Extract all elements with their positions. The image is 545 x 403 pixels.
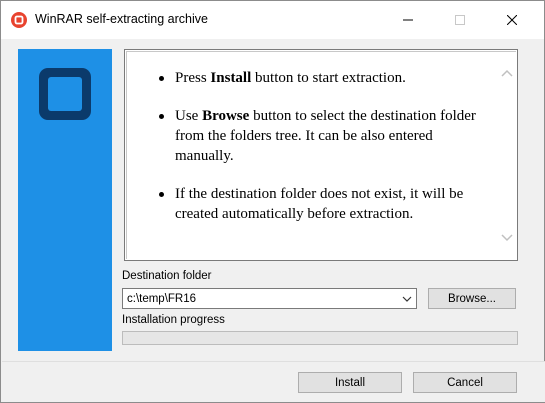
minimize-icon <box>403 19 413 21</box>
minimize-button[interactable] <box>385 1 431 39</box>
installation-progress-bar <box>122 331 518 345</box>
scroll-up-icon[interactable] <box>501 68 513 78</box>
scroll-down-icon[interactable] <box>501 233 513 243</box>
instruction-text: Use <box>175 108 203 124</box>
instruction-item: If the destination folder does not exist… <box>159 184 479 224</box>
destination-folder-label: Destination folder <box>122 270 212 282</box>
cancel-button[interactable]: Cancel <box>413 372 517 393</box>
instruction-text: button to start extraction. <box>251 70 406 86</box>
window-title: WinRAR self-extracting archive <box>35 12 208 26</box>
destination-folder-combobox[interactable] <box>122 288 417 309</box>
instruction-keyword: Browse <box>202 108 250 124</box>
destination-folder-input[interactable] <box>127 291 387 306</box>
instruction-item: Use Browse button to select the destinat… <box>159 106 479 166</box>
instructions-box: Press Install button to start extraction… <box>124 49 518 261</box>
maximize-button[interactable] <box>437 1 483 39</box>
instruction-text: If the destination folder does not exist… <box>175 186 464 222</box>
close-button[interactable] <box>489 1 535 39</box>
sidebar-banner <box>18 49 112 351</box>
chevron-down-icon[interactable] <box>401 294 413 303</box>
winrar-sfx-icon <box>11 12 27 28</box>
browse-button[interactable]: Browse... <box>428 288 516 309</box>
title-bar[interactable]: WinRAR self-extracting archive <box>1 1 544 39</box>
maximize-icon <box>455 15 465 25</box>
winrar-sfx-logo-icon <box>39 68 91 120</box>
instruction-text: Press <box>175 70 211 86</box>
installation-progress-label: Installation progress <box>122 314 225 326</box>
sfx-window: WinRAR self-extracting archive Press Ins… <box>0 0 545 403</box>
instruction-keyword: Install <box>210 70 252 86</box>
instruction-item: Press Install button to start extraction… <box>159 68 479 88</box>
install-button[interactable]: Install <box>298 372 402 393</box>
close-icon <box>507 15 517 25</box>
instructions-list: Press Install button to start extraction… <box>159 68 479 242</box>
